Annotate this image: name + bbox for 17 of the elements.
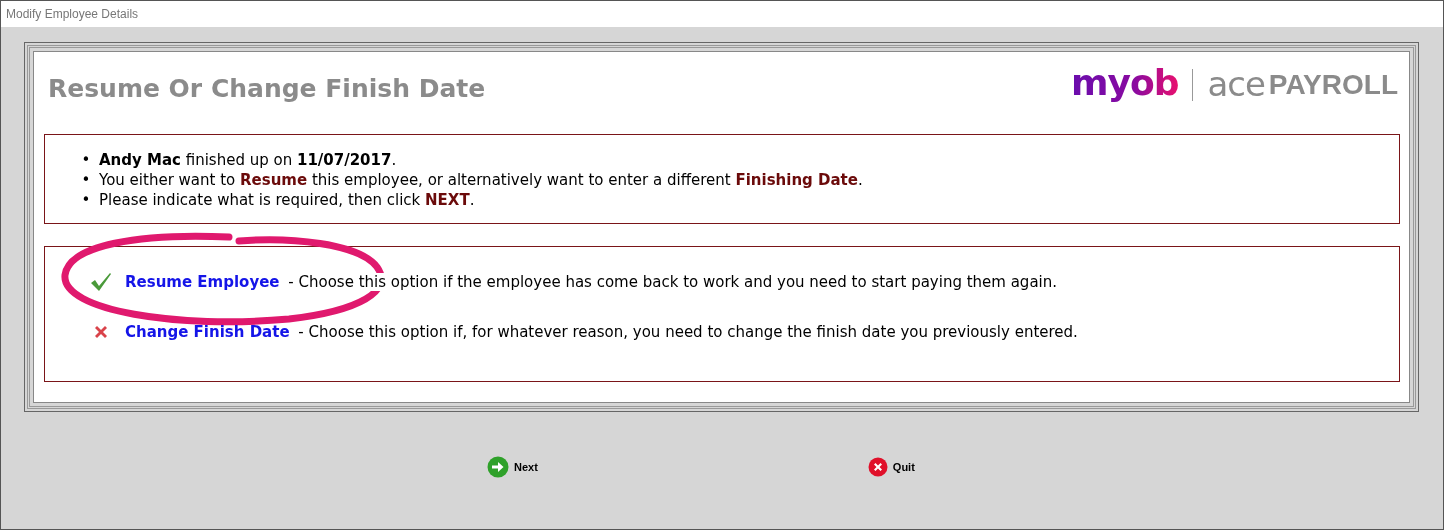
- check-icon: [90, 272, 112, 292]
- info-text: Please indicate what is required, then click NEXT.: [99, 190, 475, 210]
- bullet: •: [81, 190, 91, 210]
- info-text: You either want to Resume this employee, or alternatively want to enter a different Finishing Date.: [99, 170, 863, 190]
- info-text: Andy Mac finished up on 11/07/2017.: [99, 150, 397, 170]
- close-icon: [867, 457, 888, 477]
- bullet: •: [81, 170, 91, 190]
- next-button[interactable]: Next: [487, 456, 538, 478]
- product-suffix: PAYROLL: [1268, 69, 1398, 101]
- bullet: •: [81, 150, 91, 170]
- option-link[interactable]: Resume Employee: [125, 273, 280, 291]
- page-heading: Resume Or Change Finish Date: [48, 73, 486, 103]
- close-icon: [93, 324, 109, 340]
- product-name: ace: [1207, 66, 1265, 104]
- quit-button[interactable]: Quit: [867, 456, 915, 478]
- option-link[interactable]: Change Finish Date: [125, 323, 290, 341]
- window-title: Modify Employee Details: [6, 7, 139, 21]
